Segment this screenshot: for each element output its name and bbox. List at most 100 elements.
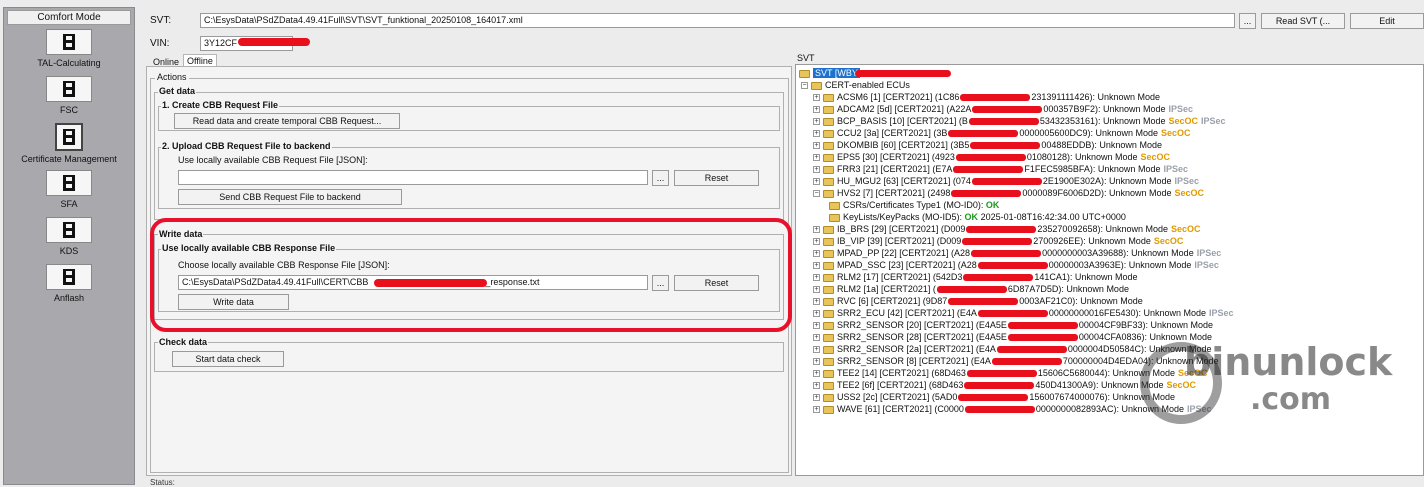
ecu-row[interactable]: + TEE2 [6f] [CERT2021] (68D463 450D41300A9… xyxy=(813,379,1196,391)
ecu-row[interactable]: + DKOMBIB [60] [CERT2021] (3B5 00488EDDB):… xyxy=(813,139,1162,151)
expand-icon[interactable]: + xyxy=(813,154,820,162)
expand-icon[interactable]: + xyxy=(813,166,820,174)
sidebar-item-label: Anflash xyxy=(53,293,85,303)
sidebar-item-fsc[interactable]: FSC xyxy=(4,76,134,115)
sidebar-item-tal-calculating[interactable]: TAL-Calculating xyxy=(4,29,134,68)
ecu-row[interactable]: + RLM2 [1a] [CERT2021] (6D87A7D5D): Unkno… xyxy=(813,283,1129,295)
tree-group[interactable]: − CERT-enabled ECUs xyxy=(801,79,910,91)
ecu-name: ADCAM2 [5d] [CERT2021] (A22A xyxy=(837,104,972,114)
expand-icon[interactable]: + xyxy=(813,358,820,366)
ecu-name: HVS2 [7] [CERT2021] (2498 xyxy=(837,188,951,198)
id-redaction xyxy=(1007,322,1078,330)
folder-icon xyxy=(823,93,834,102)
ecu-row[interactable]: + RVC [6] [CERT2021] (9D87 0003AF21C0): Un… xyxy=(813,295,1143,307)
module-icon[interactable] xyxy=(55,123,83,151)
hvs-child-keylists[interactable]: KeyLists/KeyPacks (MO-ID5): OK 2025-01-0… xyxy=(829,211,1126,223)
ecu-row[interactable]: + RLM2 [17] [CERT2021] (542D3 141CA1): Unk… xyxy=(813,271,1137,283)
hvs-child-label: CSRs/Certificates Type1 (MO-ID0): xyxy=(843,200,984,210)
folder-icon xyxy=(823,117,834,126)
ecu-row[interactable]: + MPAD_PP [22] [CERT2021] (A28 0000000003A… xyxy=(813,247,1221,259)
collapse-icon[interactable]: − xyxy=(813,190,820,198)
folder-icon xyxy=(823,177,834,186)
secoc-tag: SecOC xyxy=(1153,236,1184,246)
id-redaction xyxy=(936,286,1007,294)
ecu-row[interactable]: + IB_VIP [39] [CERT2021] (D009 2700926EE):… xyxy=(813,235,1183,247)
ecu-row[interactable]: + EPS5 [30] [CERT2021] (4923 01080128): Un… xyxy=(813,151,1170,163)
expand-icon[interactable]: + xyxy=(813,142,820,150)
ecu-row[interactable]: + ACSM6 [1] [CERT2021] (1C86 231391111426)… xyxy=(813,91,1160,103)
svt-path-field[interactable]: C:\EsysData\PSdZData4.49.41Full\SVT\SVT_… xyxy=(200,13,1235,28)
ecu-row[interactable]: + SRR2_SENSOR [20] [CERT2021] (E4A5E 00004… xyxy=(813,319,1213,331)
ecu-row[interactable]: + CCU2 [3a] [CERT2021] (3B 0000005600DC9):… xyxy=(813,127,1191,139)
id-redaction xyxy=(1007,334,1078,342)
id-redaction xyxy=(964,406,1035,414)
ecu-row[interactable]: − HVS2 [7] [CERT2021] (2498 0000089F6006D2… xyxy=(813,187,1204,199)
ecu-name: RVC [6] [CERT2021] (9D87 xyxy=(837,296,948,306)
expand-icon[interactable]: + xyxy=(813,310,820,318)
expand-icon[interactable]: + xyxy=(813,322,820,330)
svt-browse-button[interactable]: ... xyxy=(1239,13,1256,29)
ecu-name: SRR2_SENSOR [8] [CERT2021] (E4A xyxy=(837,356,991,366)
expand-icon[interactable]: + xyxy=(813,106,820,114)
ecu-row[interactable]: + MPAD_SSC [23] [CERT2021] (A28 00000003A3… xyxy=(813,259,1219,271)
start-data-check-button[interactable]: Start data check xyxy=(172,351,284,367)
expand-icon[interactable]: + xyxy=(813,226,820,234)
hvs-child-csrs[interactable]: CSRs/Certificates Type1 (MO-ID0): OK xyxy=(829,199,999,211)
sidebar-item-certificate-management[interactable]: Certificate Management xyxy=(4,123,134,164)
module-icon[interactable] xyxy=(46,264,92,290)
module-icon[interactable] xyxy=(46,29,92,55)
folder-icon xyxy=(823,369,834,378)
ecu-row[interactable]: + HU_MGU2 [63] [CERT2021] (074 2E1900E302A… xyxy=(813,175,1199,187)
expand-icon[interactable]: + xyxy=(813,334,820,342)
expand-icon[interactable]: + xyxy=(813,346,820,354)
ecu-name: IB_VIP [39] [CERT2021] (D009 xyxy=(837,236,962,246)
id-redaction xyxy=(948,130,1019,138)
request-reset-button[interactable]: Reset xyxy=(674,170,759,186)
folder-icon xyxy=(823,129,834,138)
sidebar-item-anflash[interactable]: Anflash xyxy=(4,264,134,303)
expand-icon[interactable]: + xyxy=(813,382,820,390)
expand-icon[interactable]: + xyxy=(813,238,820,246)
read-create-cbb-button[interactable]: Read data and create temporal CBB Reques… xyxy=(174,113,400,129)
expand-icon[interactable]: + xyxy=(813,262,820,270)
expand-icon[interactable]: + xyxy=(813,298,820,306)
ecu-name: WAVE [61] [CERT2021] (C0000 xyxy=(837,404,964,414)
module-icon[interactable] xyxy=(46,76,92,102)
expand-icon[interactable]: + xyxy=(813,406,820,414)
ecu-row[interactable]: + SRR2_ECU [42] [CERT2021] (E4A 0000000001… xyxy=(813,307,1234,319)
folder-icon xyxy=(829,213,840,222)
expand-icon[interactable]: + xyxy=(813,370,820,378)
expand-icon[interactable]: + xyxy=(813,250,820,258)
sidebar-item-kds[interactable]: KDS xyxy=(4,217,134,256)
ecu-status: 2700926EE): Unknown Mode xyxy=(1033,236,1151,246)
secoc-tag: SecOC xyxy=(1160,128,1191,138)
expand-icon[interactable]: + xyxy=(813,118,820,126)
sidebar-item-sfa[interactable]: SFA xyxy=(4,170,134,209)
send-cbb-button[interactable]: Send CBB Request File to backend xyxy=(178,189,402,205)
module-icon[interactable] xyxy=(46,170,92,196)
cbb-request-file-field[interactable] xyxy=(178,170,648,185)
keylist-timestamp: 2025-01-08T16:42:34.00 UTC+0000 xyxy=(980,212,1126,222)
ecu-row[interactable]: + BCP_BASIS [10] [CERT2021] (B 53432353161… xyxy=(813,115,1226,127)
expand-icon[interactable]: + xyxy=(813,286,820,294)
read-svt-button[interactable]: Read SVT (... xyxy=(1261,13,1345,29)
request-browse-button[interactable]: ... xyxy=(652,170,669,186)
module-icon[interactable] xyxy=(46,217,92,243)
expand-icon[interactable]: + xyxy=(813,130,820,138)
collapse-icon[interactable]: − xyxy=(801,82,808,90)
id-redaction xyxy=(962,238,1033,246)
ecu-row[interactable]: + ADCAM2 [5d] [CERT2021] (A22A 000357B9F2)… xyxy=(813,103,1193,115)
expand-icon[interactable]: + xyxy=(813,394,820,402)
expand-icon[interactable]: + xyxy=(813,178,820,186)
ecu-row[interactable]: + FRR3 [21] [CERT2021] (E7A F1FEC5985BFA):… xyxy=(813,163,1188,175)
expand-icon[interactable]: + xyxy=(813,94,820,102)
ecu-row[interactable]: + USS2 [2c] [CERT2021] (5AD0 1560076740000… xyxy=(813,391,1175,403)
ecu-status: 53432353161): Unknown Mode xyxy=(1039,116,1166,126)
expand-icon[interactable]: + xyxy=(813,274,820,282)
ecu-status: 0000005600DC9): Unknown Mode xyxy=(1019,128,1158,138)
edit-button[interactable]: Edit xyxy=(1350,13,1424,29)
tree-root[interactable]: SVT [WBY xyxy=(799,67,860,79)
comfort-mode-header[interactable]: Comfort Mode xyxy=(7,10,131,25)
ecu-name: MPAD_SSC [23] [CERT2021] (A28 xyxy=(837,260,977,270)
ecu-row[interactable]: + IB_BRS [29] [CERT2021] (D009 23527009265… xyxy=(813,223,1201,235)
